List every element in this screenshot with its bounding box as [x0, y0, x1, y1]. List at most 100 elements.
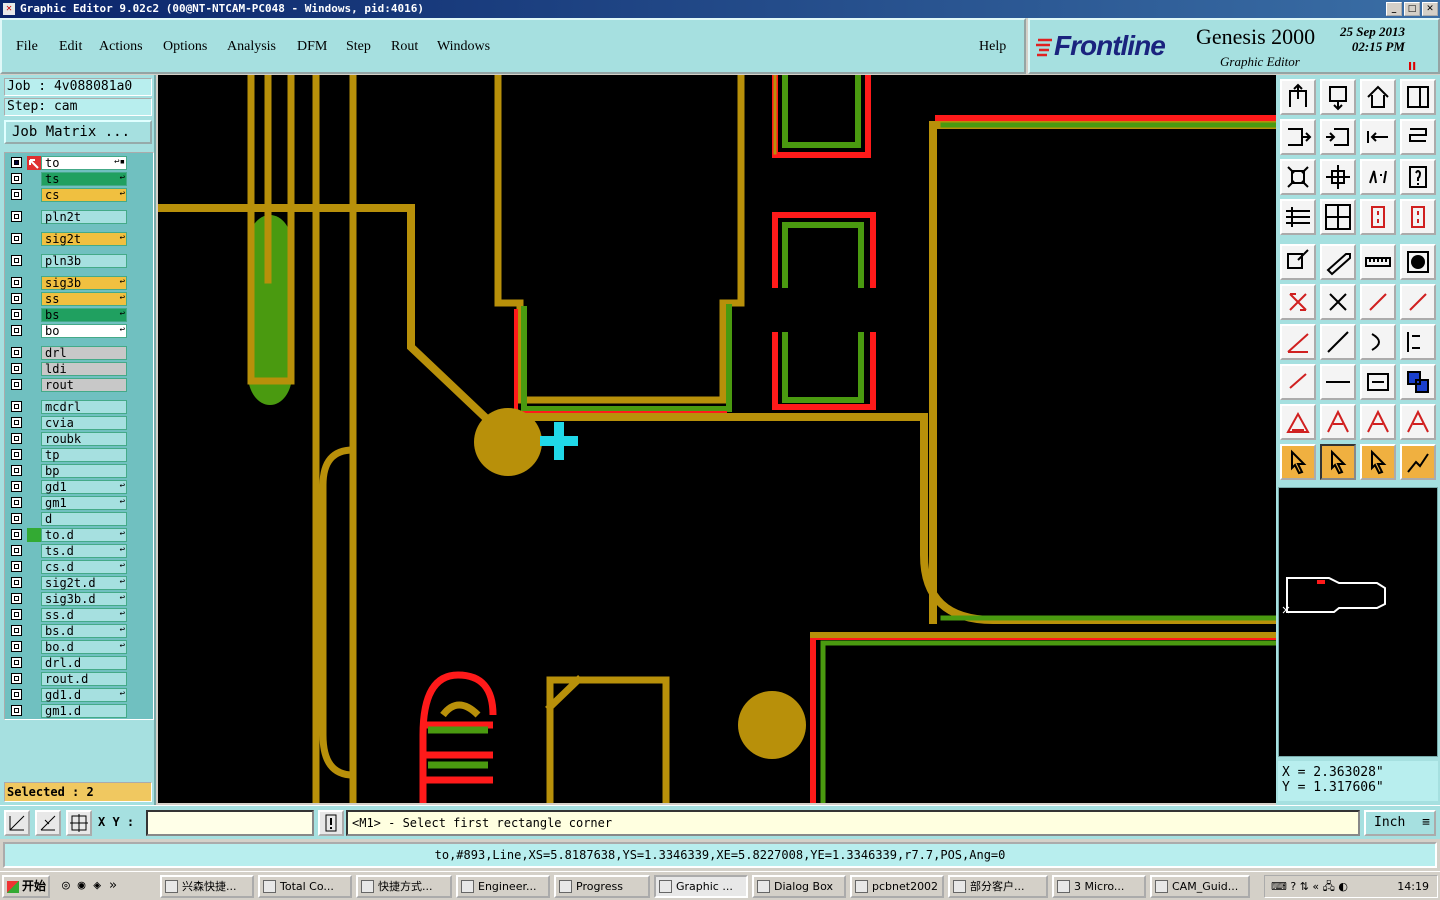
layer-checkbox[interactable]	[11, 293, 22, 304]
affected-marker[interactable]	[27, 362, 41, 376]
line-tool-icon[interactable]	[1320, 324, 1356, 360]
layer-checkbox[interactable]	[11, 347, 22, 358]
affected-marker[interactable]	[27, 210, 41, 224]
taskbar-button[interactable]: pcbnet2002	[850, 875, 944, 898]
affected-marker[interactable]	[27, 576, 41, 590]
scale-one-to-one-icon[interactable]	[1360, 159, 1396, 195]
dimension-icon[interactable]	[1360, 364, 1396, 400]
layer-checkbox[interactable]	[11, 233, 22, 244]
pad-low-green[interactable]	[782, 332, 864, 403]
layer-checkbox[interactable]	[11, 689, 22, 700]
layer-checkbox[interactable]	[11, 173, 22, 184]
delete-icon[interactable]	[1320, 284, 1356, 320]
trace-arc[interactable]	[319, 446, 357, 779]
layer-row[interactable]: ss ↩	[7, 292, 127, 306]
affected-marker[interactable]	[27, 496, 41, 510]
layer-row[interactable]: pln3b	[7, 254, 127, 268]
layer-name[interactable]: cvia	[41, 416, 127, 430]
layer-name[interactable]: bo	[41, 324, 127, 338]
triangle-tool-4-icon[interactable]	[1400, 404, 1436, 440]
measure-ruler-icon[interactable]	[1360, 244, 1396, 280]
redraw-icon[interactable]	[1400, 119, 1436, 155]
layer-name[interactable]: drl.d	[41, 656, 127, 670]
layer-checkbox[interactable]	[11, 401, 22, 412]
layer-settings-icon[interactable]	[1280, 199, 1316, 235]
grid-snap-icon[interactable]	[66, 810, 92, 836]
layer-name[interactable]: drl	[41, 346, 127, 360]
layer-row[interactable]: bp	[7, 464, 127, 478]
layer-name[interactable]: ldi	[41, 362, 127, 376]
layer-name[interactable]: tp	[41, 448, 127, 462]
snap-toggle-2-icon[interactable]	[1400, 199, 1436, 235]
window-title-bar[interactable]: ✕ Graphic Editor 9.02c2 (00@NT-NTCAM-PC0…	[0, 0, 1440, 18]
layer-checkbox[interactable]	[11, 641, 22, 652]
move-point-2-icon[interactable]	[1400, 284, 1436, 320]
xy-input[interactable]	[146, 810, 314, 836]
arc-tool-icon[interactable]	[1360, 324, 1396, 360]
affected-marker[interactable]	[27, 672, 41, 686]
start-button[interactable]: 开始	[2, 875, 50, 898]
layer-name[interactable]: ts	[41, 172, 127, 186]
affected-marker[interactable]	[27, 448, 41, 462]
tray-icons[interactable]: ⌨ ? ⇅ « 🖧 ◐	[1271, 876, 1348, 897]
affected-marker[interactable]	[27, 254, 41, 268]
layer-row[interactable]: drl.d	[7, 656, 127, 670]
via-pad-large[interactable]	[474, 408, 542, 476]
menu-rout[interactable]: Rout	[391, 39, 418, 55]
layer-checkbox[interactable]	[11, 433, 22, 444]
layer-name[interactable]: pln2t	[41, 210, 127, 224]
layer-row[interactable]: to.d ↩	[7, 528, 127, 542]
layer-name[interactable]: gm1	[41, 496, 127, 510]
affected-marker[interactable]	[27, 232, 41, 246]
layer-row[interactable]: ldi	[7, 362, 127, 376]
taskbar-button[interactable]: 快捷方式...	[356, 875, 452, 898]
affected-marker[interactable]	[27, 416, 41, 430]
layer-row[interactable]: cvia	[7, 416, 127, 430]
affected-marker[interactable]	[27, 512, 41, 526]
flip-tool-icon[interactable]	[1400, 324, 1436, 360]
trace-box-outline[interactable]	[929, 121, 1276, 624]
affected-marker[interactable]	[27, 172, 41, 186]
layer-name[interactable]: rout.d	[41, 672, 127, 686]
job-matrix-button[interactable]: Job Matrix ...	[4, 120, 152, 144]
menu-analysis[interactable]: Analysis	[227, 39, 276, 55]
layer-name[interactable]: bp	[41, 464, 127, 478]
layer-name[interactable]: sig3b	[41, 276, 127, 290]
affected-marker[interactable]	[27, 480, 41, 494]
layer-checkbox[interactable]	[11, 529, 22, 540]
layer-row[interactable]: ts ↩	[7, 172, 127, 186]
affected-marker[interactable]	[27, 346, 41, 360]
trace-lower-green[interactable]	[820, 640, 1276, 803]
layer-row[interactable]: gm1.d	[7, 704, 127, 718]
affected-marker[interactable]	[27, 608, 41, 622]
menu-help[interactable]: Help	[979, 39, 1006, 55]
layer-row[interactable]: sig3b ↩	[7, 276, 127, 290]
triangle-tool-icon[interactable]	[1280, 404, 1316, 440]
affected-marker[interactable]	[27, 688, 41, 702]
layer-checkbox[interactable]	[11, 465, 22, 476]
layer-checkbox[interactable]	[11, 545, 22, 556]
snap-icon[interactable]	[4, 810, 30, 836]
trace-main-horizontal[interactable]	[504, 413, 1276, 624]
layer-row[interactable]: cs ↩	[7, 188, 127, 202]
affected-marker[interactable]	[27, 640, 41, 654]
trace-connector-chamfer[interactable]	[545, 675, 583, 712]
layer-name[interactable]: bo.d	[41, 640, 127, 654]
affected-marker[interactable]	[27, 308, 41, 322]
layer-row[interactable]: drl	[7, 346, 127, 360]
exclamation-icon[interactable]	[318, 810, 344, 836]
layer-row[interactable]: sig3b.d ↩	[7, 592, 127, 606]
layer-checkbox[interactable]	[11, 309, 22, 320]
layer-checkbox[interactable]	[11, 609, 22, 620]
layer-name[interactable]: bs	[41, 308, 127, 322]
menu-actions[interactable]: Actions	[99, 39, 143, 55]
layer-row[interactable]: sig2t.d ↩	[7, 576, 127, 590]
layer-checkbox[interactable]	[11, 379, 22, 390]
layer-name[interactable]: gd1.d	[41, 688, 127, 702]
layer-row[interactable]: gm1 ↩	[7, 496, 127, 510]
taskbar-button[interactable]: Progress	[554, 875, 650, 898]
layer-name[interactable]: ss.d	[41, 608, 127, 622]
horizontal-line-icon[interactable]	[1320, 364, 1356, 400]
affected-marker[interactable]	[27, 624, 41, 638]
layer-checkbox[interactable]	[11, 255, 22, 266]
